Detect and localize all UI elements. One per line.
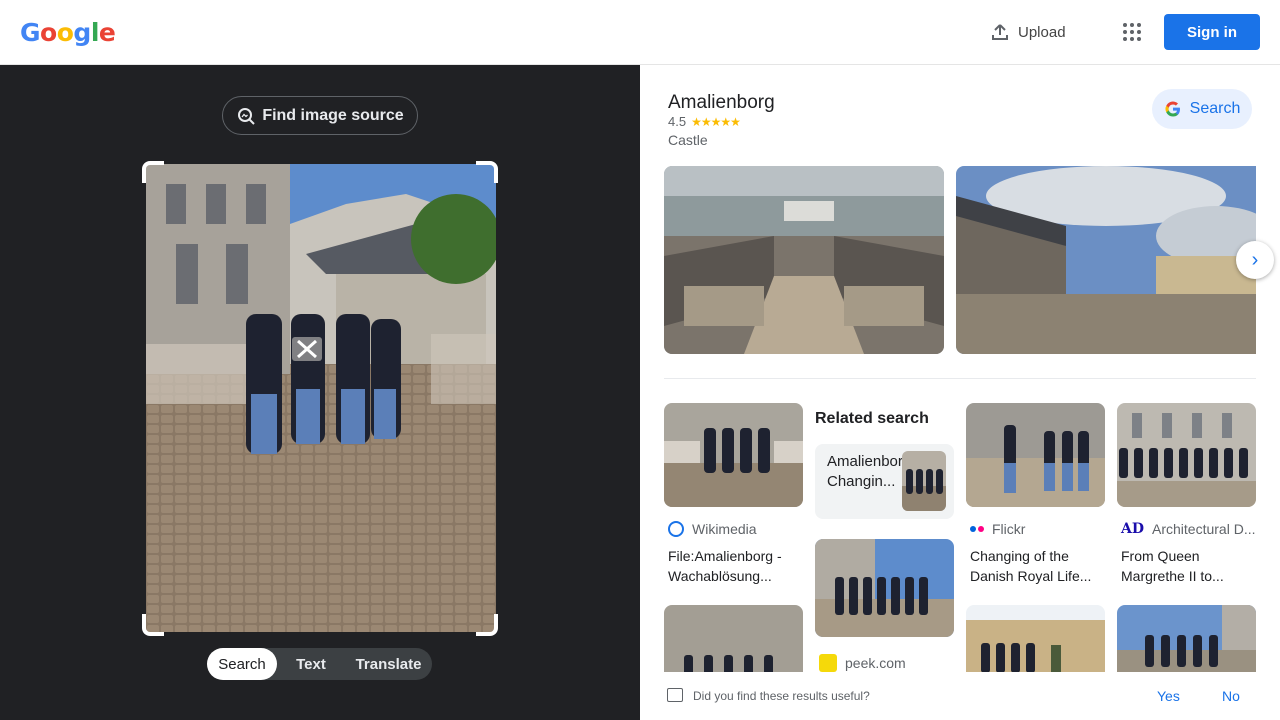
place-rating: 4.5 ★★★★★ [668, 114, 741, 129]
related-search-label: Amalienborg Changin... [827, 453, 903, 490]
results-pane: Amalienborg 4.5 ★★★★★ Castle Search › Wi… [640, 65, 1280, 720]
top-bar: Google Upload Sign in [0, 0, 1280, 65]
related-search-title: Related search [815, 410, 929, 427]
related-search-chip[interactable]: Amalienborg Changin... [815, 444, 954, 519]
result-thumbnail[interactable] [815, 539, 954, 637]
apps-grid-icon[interactable] [1120, 20, 1144, 44]
query-image[interactable] [146, 164, 496, 632]
result-source: AD Architectural D... [1117, 521, 1256, 537]
rating-value: 4.5 [668, 114, 687, 129]
tab-search[interactable]: Search [207, 648, 277, 680]
result-source-label: Flickr [992, 521, 1026, 537]
logo-letter: g [73, 18, 91, 47]
tab-text[interactable]: Text [277, 648, 345, 680]
crop-handle-bottom-right[interactable] [476, 614, 498, 636]
result-source: Flickr [966, 521, 1105, 537]
place-image-aerial[interactable] [664, 166, 944, 354]
divider [664, 378, 1256, 379]
logo-letter: G [20, 18, 41, 47]
result-source-label: Wikimedia [692, 521, 757, 537]
place-title[interactable]: Amalienborg [668, 92, 775, 114]
result-thumbnail[interactable] [966, 403, 1105, 507]
feedback-bar: Did you find these results useful? Yes N… [640, 672, 1280, 720]
find-image-source-button[interactable]: Find image source [222, 96, 418, 135]
result-source: Wikimedia [664, 521, 803, 537]
upload-button[interactable]: Upload [990, 18, 1066, 46]
related-search-thumbnail [902, 451, 946, 511]
feedback-icon [667, 688, 683, 702]
wikimedia-icon [668, 521, 684, 537]
result-card[interactable]: AD Architectural D... From Queen Margret… [1117, 403, 1256, 586]
result-source: peek.com [815, 654, 954, 672]
result-source-label: peek.com [845, 655, 906, 671]
star-rating-icon: ★★★★★ [691, 114, 741, 129]
place-type: Castle [668, 132, 708, 148]
google-logo[interactable]: Google [20, 18, 116, 47]
result-source-label: Architectural D... [1152, 521, 1256, 537]
upload-label: Upload [1018, 23, 1066, 41]
place-image-square[interactable] [956, 166, 1256, 354]
google-search-button[interactable]: Search [1152, 89, 1252, 129]
result-title[interactable]: From Queen Margrethe II to... [1117, 546, 1256, 586]
logo-letter: e [98, 18, 116, 47]
find-image-source-label: Find image source [262, 106, 404, 124]
google-search-label: Search [1189, 100, 1241, 117]
result-thumbnail[interactable] [664, 403, 803, 507]
result-card[interactable]: peek.com [815, 539, 954, 672]
google-g-icon [1165, 101, 1180, 117]
architectural-digest-icon: AD [1121, 521, 1145, 537]
result-title[interactable]: File:Amalienborg - Wachablösung... [664, 546, 803, 586]
crop-handle-top-right[interactable] [476, 161, 498, 183]
tab-translate[interactable]: Translate [345, 648, 432, 680]
flickr-icon [970, 526, 984, 532]
result-thumbnail[interactable] [1117, 403, 1256, 507]
lens-mode-tabs: Search Text Translate [207, 648, 432, 680]
image-search-icon [238, 107, 256, 125]
feedback-yes-button[interactable]: Yes [1157, 688, 1180, 704]
crop-handle-bottom-left[interactable] [142, 614, 164, 636]
logo-letter: o [56, 18, 74, 47]
sign-in-button[interactable]: Sign in [1164, 14, 1260, 50]
feedback-no-button[interactable]: No [1222, 688, 1240, 704]
next-image-button[interactable]: › [1236, 241, 1274, 279]
result-title[interactable]: Changing of the Danish Royal Life... [966, 546, 1105, 586]
crop-handle-top-left[interactable] [142, 161, 164, 183]
logo-letter: o [40, 18, 57, 47]
upload-icon [992, 24, 1008, 40]
feedback-question: Did you find these results useful? [693, 689, 870, 703]
chevron-right-icon: › [1251, 248, 1259, 271]
result-card[interactable]: Wikimedia File:Amalienborg - Wachablösun… [664, 403, 803, 586]
peek-icon [819, 654, 837, 672]
lens-query-pane: Find image source Search Text Translate [0, 65, 640, 720]
result-card[interactable]: Flickr Changing of the Danish Royal Life… [966, 403, 1105, 586]
logo-letter: l [90, 18, 100, 47]
